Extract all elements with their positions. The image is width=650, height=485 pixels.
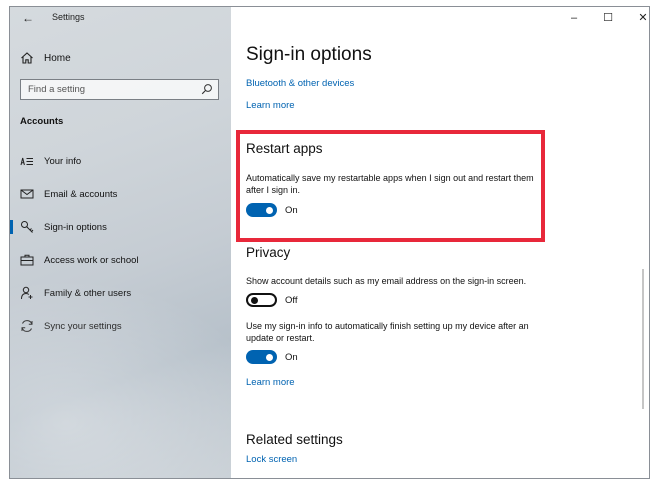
restart-apps-description: Automatically save my restartable apps w…: [246, 173, 534, 195]
sidebar: ← Settings Home Find a setting Accounts: [10, 7, 231, 478]
privacy-heading: Privacy: [246, 245, 291, 260]
scrollbar[interactable]: [642, 269, 644, 409]
mail-icon: [20, 189, 34, 199]
toggle-switch-on[interactable]: [246, 350, 277, 364]
sidebar-item-label: Access work or school: [44, 254, 139, 266]
sync-icon: [21, 320, 33, 332]
sidebar-item-label: Sign-in options: [44, 221, 107, 233]
sidebar-item-access-work[interactable]: Access work or school: [10, 249, 231, 271]
home-icon: [21, 52, 33, 64]
privacy-learn-more-link[interactable]: Learn more: [246, 377, 295, 388]
section-title-accounts: Accounts: [20, 116, 64, 127]
toggle-switch-on[interactable]: [246, 203, 277, 217]
sidebar-item-email-accounts[interactable]: Email & accounts: [10, 183, 231, 205]
toggle-knob: [251, 296, 258, 304]
sidebar-item-label: Sync your settings: [44, 320, 122, 332]
toggle-switch-off[interactable]: [246, 293, 277, 307]
bluetooth-devices-link[interactable]: Bluetooth & other devices: [246, 78, 354, 89]
home-label: Home: [44, 52, 71, 64]
selected-indicator: [10, 220, 13, 234]
back-arrow-icon[interactable]: ←: [20, 10, 36, 26]
search-input[interactable]: Find a setting: [20, 79, 219, 100]
restart-apps-heading: Restart apps: [246, 141, 323, 156]
main-content: – ☐ ✕ Sign-in options Bluetooth & other …: [231, 7, 649, 478]
key-icon: [21, 221, 34, 233]
page-title: Sign-in options: [246, 44, 372, 65]
lock-screen-link[interactable]: Lock screen: [246, 454, 297, 465]
search-placeholder: Find a setting: [28, 84, 86, 95]
app-title: Settings: [52, 12, 85, 22]
home-nav-item[interactable]: Home: [20, 49, 71, 67]
maximize-button[interactable]: ☐: [594, 9, 622, 27]
sidebar-item-label: Your info: [44, 155, 82, 167]
settings-window: ← Settings Home Find a setting Accounts: [9, 6, 650, 479]
titlebar-left: ← Settings: [10, 7, 231, 29]
learn-more-link[interactable]: Learn more: [246, 100, 295, 111]
person-card-icon: [20, 157, 33, 166]
toggle-knob: [266, 353, 273, 361]
search-icon[interactable]: [201, 83, 213, 95]
sidebar-item-sign-in-options[interactable]: Sign-in options: [10, 216, 231, 238]
privacy-option2-toggle[interactable]: On: [246, 350, 298, 364]
sidebar-item-label: Family & other users: [44, 287, 132, 299]
privacy-option1-toggle[interactable]: Off: [246, 293, 298, 307]
sidebar-item-label: Email & accounts: [44, 188, 118, 200]
sidebar-item-sync-settings[interactable]: Sync your settings: [10, 315, 231, 337]
toggle-state-label: On: [285, 204, 298, 216]
related-settings-heading: Related settings: [246, 432, 343, 447]
privacy-option1-description: Show account details such as my email ad…: [246, 276, 527, 286]
toggle-state-label: Off: [285, 294, 298, 306]
privacy-option2-description: Use my sign-in info to automatically fin…: [246, 321, 529, 343]
sidebar-item-your-info[interactable]: Your info: [10, 150, 231, 172]
sidebar-item-family-users[interactable]: Family & other users: [10, 282, 231, 304]
toggle-state-label: On: [285, 351, 298, 363]
toggle-knob: [266, 206, 273, 214]
minimize-button[interactable]: –: [560, 9, 588, 27]
briefcase-icon: [20, 254, 34, 266]
person-add-icon: [21, 286, 33, 300]
restart-apps-toggle[interactable]: On: [246, 203, 298, 217]
close-button[interactable]: ✕: [629, 9, 649, 27]
